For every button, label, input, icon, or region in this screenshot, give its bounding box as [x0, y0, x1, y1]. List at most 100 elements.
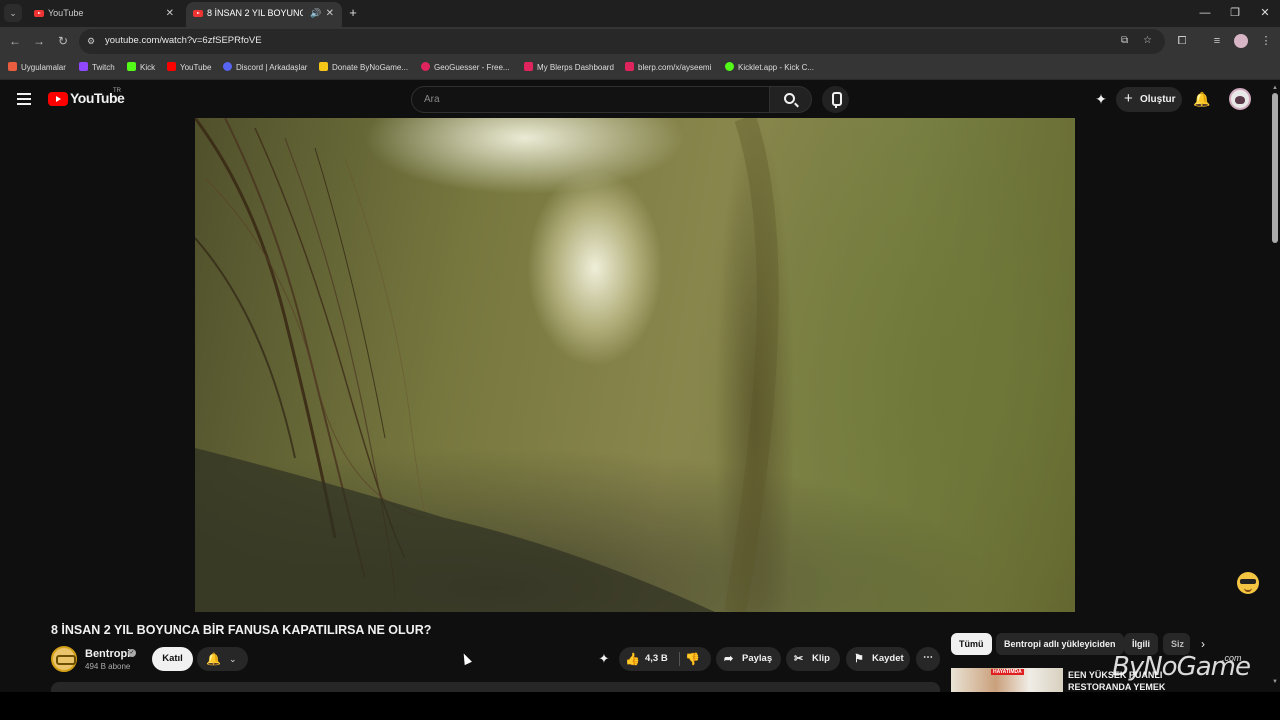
thumbs-down-icon[interactable]: 👎 — [685, 647, 700, 671]
bookmark-uygulamalar[interactable]: Uygulamalar — [8, 61, 66, 75]
youtube-logo-icon[interactable] — [48, 92, 68, 106]
install-app-icon[interactable]: ⧉ — [1121, 35, 1128, 46]
bookmark-geoguesser[interactable]: GeoGuesser - Free... — [421, 61, 510, 75]
reload-icon[interactable]: ↻ — [56, 34, 70, 48]
bookmark-label: GeoGuesser - Free... — [434, 63, 510, 72]
browser-tab-strip: ⌄ YouTube ✕ 8 İNSAN 2 YIL BOYUNCA BİR FA… — [0, 0, 1280, 27]
blerp-icon — [625, 62, 634, 71]
video-player[interactable] — [195, 118, 1075, 612]
bookmark-label: Uygulamalar — [21, 63, 66, 72]
back-arrow-icon[interactable]: ← — [8, 34, 22, 48]
user-avatar[interactable] — [1229, 88, 1251, 110]
chip-from-uploader[interactable]: Bentropi adlı yükleyiciden — [996, 633, 1124, 655]
bookmark-kicklet[interactable]: Kicklet.app - Kick C... — [725, 61, 814, 75]
bynogame-icon — [319, 62, 328, 71]
divider — [679, 652, 680, 666]
bookmark-star-icon[interactable]: ☆ — [1143, 35, 1152, 46]
description-box[interactable] — [51, 682, 940, 692]
search-button[interactable] — [769, 86, 812, 113]
notifications-bell-icon[interactable]: 🔔 — [1193, 91, 1210, 107]
create-label: Oluştur — [1140, 94, 1176, 105]
browser-toolbar: ← → ↻ ⚙ youtube.com/watch?v=6zfSEPRfoVE … — [0, 27, 1280, 56]
sparkle-icon[interactable]: ✦ — [1093, 91, 1109, 107]
chevron-right-icon[interactable]: › — [1195, 636, 1211, 652]
video-frame-moss-roots — [195, 118, 779, 612]
new-tab-button[interactable]: + — [346, 5, 360, 21]
recommended-video-thumbnail[interactable]: HAYATIMDA — [951, 668, 1063, 692]
forward-arrow-icon[interactable]: → — [32, 34, 46, 48]
restore-button[interactable]: ❐ — [1220, 0, 1250, 27]
site-info-icon[interactable]: ⚙ — [87, 36, 98, 47]
tab-close-icon[interactable]: ✕ — [166, 2, 174, 25]
more-actions-icon[interactable]: ⋯ — [916, 647, 940, 671]
ask-ai-sparkle-icon[interactable]: ✦ — [596, 651, 612, 667]
subscriber-count: 494 B abone — [85, 662, 131, 671]
browser-menu-icon[interactable]: ⋮ — [1259, 34, 1273, 48]
like-dislike-group: 👍 4,3 B 👎 — [619, 647, 711, 671]
bookmark-youtube[interactable]: YouTube — [167, 61, 211, 75]
bookmark-label: YouTube — [180, 63, 212, 72]
bookmark-blerp-ayseemi[interactable]: blerp.com/x/ayseemi — [625, 61, 711, 75]
mouse-cursor-icon — [460, 651, 472, 666]
discord-icon — [223, 62, 232, 71]
tab-close-icon[interactable]: ✕ — [326, 2, 334, 25]
join-button[interactable]: Katıl — [152, 647, 193, 671]
watermark-domain: .com — [1222, 653, 1242, 663]
window-controls: — ❐ ✕ — [1190, 0, 1280, 27]
save-label: Kaydet — [872, 653, 904, 664]
scrollbar-thumb[interactable] — [1272, 93, 1278, 243]
youtube-favicon-icon — [193, 10, 203, 17]
share-arrow-icon: ➦ — [724, 653, 734, 665]
bell-icon: 🔔 — [206, 652, 221, 666]
share-label: Paylaş — [742, 653, 773, 664]
bookmark-kick[interactable]: Kick — [127, 61, 155, 75]
clip-button[interactable]: ✂ Klip — [786, 647, 840, 671]
browser-profile-avatar[interactable] — [1234, 34, 1248, 48]
bookmark-discord[interactable]: Discord | Arkadaşlar — [223, 61, 307, 75]
plus-icon: + — [1124, 90, 1133, 107]
tab-title: 8 İNSAN 2 YIL BOYUNCA BİR FANUSA KAPATIL… — [207, 8, 303, 18]
bookmark-twitch[interactable]: Twitch — [79, 61, 115, 75]
tab-search-dropdown-icon[interactable]: ⌄ — [4, 4, 22, 22]
page-scrollbar[interactable]: ▲ ▼ — [1270, 81, 1280, 692]
geoguessr-icon — [421, 62, 430, 71]
bookmark-label: Kick — [140, 63, 156, 72]
blerp-icon — [524, 62, 533, 71]
voice-search-mic-icon[interactable] — [822, 86, 849, 113]
save-button[interactable]: ⚑ Kaydet — [846, 647, 910, 671]
bookmark-label: blerp.com/x/ayseemi — [638, 63, 712, 72]
media-control-icon[interactable]: ≡ — [1210, 34, 1224, 48]
hamburger-menu-icon[interactable] — [17, 93, 31, 105]
bookmark-label: Discord | Arkadaşlar — [236, 63, 308, 72]
thumbs-up-icon[interactable]: 👍 — [625, 647, 640, 671]
search-placeholder: Ara — [424, 94, 440, 105]
create-button[interactable]: + Oluştur — [1116, 87, 1182, 112]
share-button[interactable]: ➦ Paylaş — [716, 647, 781, 671]
browser-tab-video[interactable]: 8 İNSAN 2 YIL BOYUNCA BİR FANUSA KAPATIL… — [186, 2, 342, 27]
sunglasses-emoji-icon — [1237, 572, 1259, 594]
like-count[interactable]: 4,3 B — [645, 647, 668, 671]
subscription-notifications-button[interactable]: 🔔 ⌄ — [197, 647, 248, 671]
speaker-icon[interactable]: 🔊 — [310, 2, 321, 25]
extensions-icon[interactable]: ⧠ — [1175, 34, 1189, 48]
verified-check-icon: ✓ — [128, 649, 136, 657]
scroll-up-arrow-icon[interactable]: ▲ — [1272, 85, 1278, 91]
bookmark-label: Donate ByNoGame... — [332, 63, 409, 72]
minimize-button[interactable]: — — [1190, 0, 1220, 27]
browser-tab-youtube[interactable]: YouTube ✕ — [27, 2, 182, 27]
close-window-button[interactable]: ✕ — [1250, 0, 1280, 27]
channel-avatar[interactable] — [51, 646, 77, 672]
channel-name[interactable]: Bentropi — [85, 648, 130, 660]
thumbnail-badge: HAYATIMDA — [991, 669, 1024, 675]
bookmark-blerps-dashboard[interactable]: My Blerps Dashboard — [524, 61, 614, 75]
scroll-down-arrow-icon[interactable]: ▼ — [1272, 679, 1278, 685]
url-text[interactable]: youtube.com/watch?v=6zfSEPRfoVE — [105, 35, 262, 46]
address-bar[interactable]: ⚙ youtube.com/watch?v=6zfSEPRfoVE ⧉ ☆ — [79, 29, 1165, 54]
search-input[interactable]: Ara — [411, 86, 770, 113]
clip-label: Klip — [812, 653, 830, 664]
chip-all[interactable]: Tümü — [951, 633, 992, 655]
bottom-bar — [0, 692, 1280, 720]
kick-icon — [127, 62, 136, 71]
bookmark-donate-bynogame[interactable]: Donate ByNoGame... — [319, 61, 408, 75]
bookmark-label: Twitch — [92, 63, 115, 72]
